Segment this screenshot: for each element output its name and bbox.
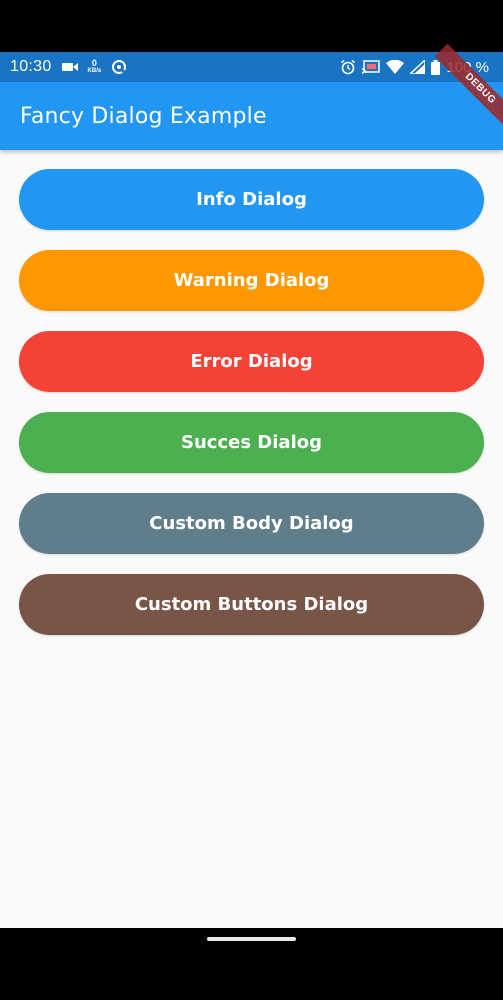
error-dialog-button[interactable]: Error Dialog: [19, 331, 484, 392]
success-dialog-button[interactable]: Succes Dialog: [19, 412, 484, 473]
status-left: 10:30 0 KB/s: [10, 58, 128, 76]
alarm-icon: [340, 59, 356, 75]
status-time: 10:30: [10, 58, 52, 75]
cast-icon: [362, 60, 381, 74]
screen: 10:30 0 KB/s Fancy Dialog Example DEBUG …: [0, 0, 503, 1000]
signal-icon: [410, 60, 426, 74]
app-title: Fancy Dialog Example: [20, 103, 267, 129]
app-bar: Fancy Dialog Example: [0, 82, 503, 150]
top-letterbox: [0, 0, 503, 52]
dialog-button-list: Info Dialog Warning Dialog Error Dialog …: [19, 169, 484, 635]
sync-icon: [111, 59, 128, 75]
home-gesture-handle[interactable]: [207, 937, 296, 941]
content-area: Info Dialog Warning Dialog Error Dialog …: [0, 150, 503, 928]
warning-dialog-button[interactable]: Warning Dialog: [19, 250, 484, 311]
info-dialog-button[interactable]: Info Dialog: [19, 169, 484, 230]
camera-icon: [61, 61, 78, 73]
wifi-icon: [386, 60, 405, 74]
net-speed-unit: KB/s: [87, 68, 102, 74]
navigation-bar: [0, 928, 503, 1000]
net-speed-icon: 0 KB/s: [88, 59, 102, 75]
status-bar: 10:30 0 KB/s: [0, 52, 503, 82]
custom-body-dialog-button[interactable]: Custom Body Dialog: [19, 493, 484, 554]
custom-buttons-dialog-button[interactable]: Custom Buttons Dialog: [19, 574, 484, 635]
net-speed-value: 0: [91, 58, 97, 68]
